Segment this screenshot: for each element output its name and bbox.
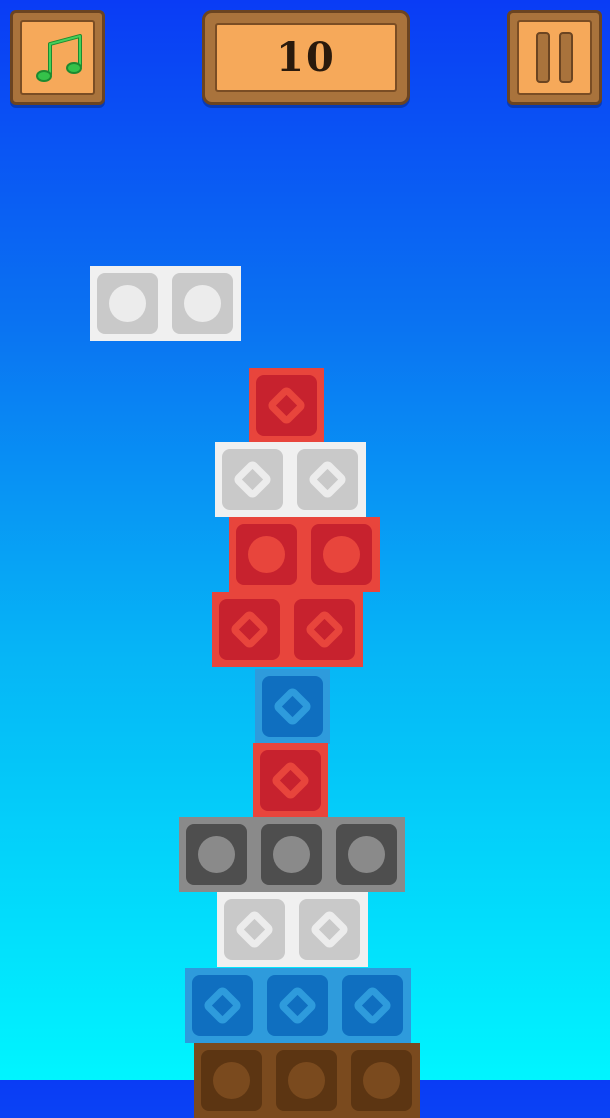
- block-cell: [294, 599, 355, 660]
- block-cell: [224, 899, 285, 960]
- score-panel-face: 10: [215, 23, 397, 92]
- circle-mark-icon: [109, 285, 146, 322]
- circle-mark-icon: [273, 836, 310, 873]
- block-cell: [201, 1050, 262, 1111]
- diamond-mark-icon: [269, 759, 312, 802]
- block-cell: [267, 975, 328, 1036]
- block-cell: [236, 524, 297, 585]
- diamond-mark-icon: [201, 984, 244, 1027]
- diamond-mark-icon: [228, 608, 271, 651]
- tower-block-6: [253, 743, 328, 818]
- block-cell: [299, 899, 360, 960]
- diamond-mark-icon: [233, 908, 276, 951]
- block-cell: [256, 375, 317, 436]
- block-cell: [186, 824, 247, 885]
- circle-mark-icon: [323, 536, 360, 573]
- score-panel: 10: [202, 10, 410, 105]
- tower-block-5: [255, 669, 330, 744]
- block-cell: [342, 975, 403, 1036]
- tower-block-7: [179, 817, 405, 892]
- circle-mark-icon: [363, 1062, 400, 1099]
- tower-block-1: [249, 368, 324, 443]
- block-cell: [297, 449, 358, 510]
- block-cell: [336, 824, 397, 885]
- diamond-mark-icon: [306, 458, 349, 501]
- block-cell: [172, 273, 233, 334]
- pause-icon: [517, 20, 592, 95]
- diamond-mark-icon: [276, 984, 319, 1027]
- block-cell: [351, 1050, 412, 1111]
- diamond-mark-icon: [265, 384, 308, 427]
- tower-block-3: [229, 517, 380, 592]
- block-cell: [260, 750, 321, 811]
- tower-block-8: [217, 892, 368, 967]
- falling-block[interactable]: [90, 266, 241, 341]
- block-cell: [262, 676, 323, 737]
- block-cell: [261, 824, 322, 885]
- block-cell: [97, 273, 158, 334]
- score-value: 10: [276, 34, 336, 81]
- tower-block-9: [185, 968, 411, 1043]
- music-toggle-button[interactable]: [10, 10, 105, 105]
- tower-block-2: [215, 442, 366, 517]
- circle-mark-icon: [248, 536, 285, 573]
- block-cell: [219, 599, 280, 660]
- tower-block-10: [194, 1043, 420, 1118]
- circle-mark-icon: [198, 836, 235, 873]
- circle-mark-icon: [213, 1062, 250, 1099]
- circle-mark-icon: [184, 285, 221, 322]
- diamond-mark-icon: [271, 685, 314, 728]
- pause-button[interactable]: [507, 10, 602, 105]
- music-note-icon: [36, 34, 82, 82]
- diamond-mark-icon: [303, 608, 346, 651]
- music-button-face: [20, 20, 95, 95]
- pause-bar-left: [536, 32, 550, 83]
- diamond-mark-icon: [231, 458, 274, 501]
- tower-block-4: [212, 592, 363, 667]
- block-cell: [276, 1050, 337, 1111]
- circle-mark-icon: [288, 1062, 325, 1099]
- diamond-mark-icon: [308, 908, 351, 951]
- pause-bar-right: [559, 32, 573, 83]
- block-cell: [222, 449, 283, 510]
- diamond-mark-icon: [351, 984, 394, 1027]
- block-cell: [311, 524, 372, 585]
- circle-mark-icon: [348, 836, 385, 873]
- block-cell: [192, 975, 253, 1036]
